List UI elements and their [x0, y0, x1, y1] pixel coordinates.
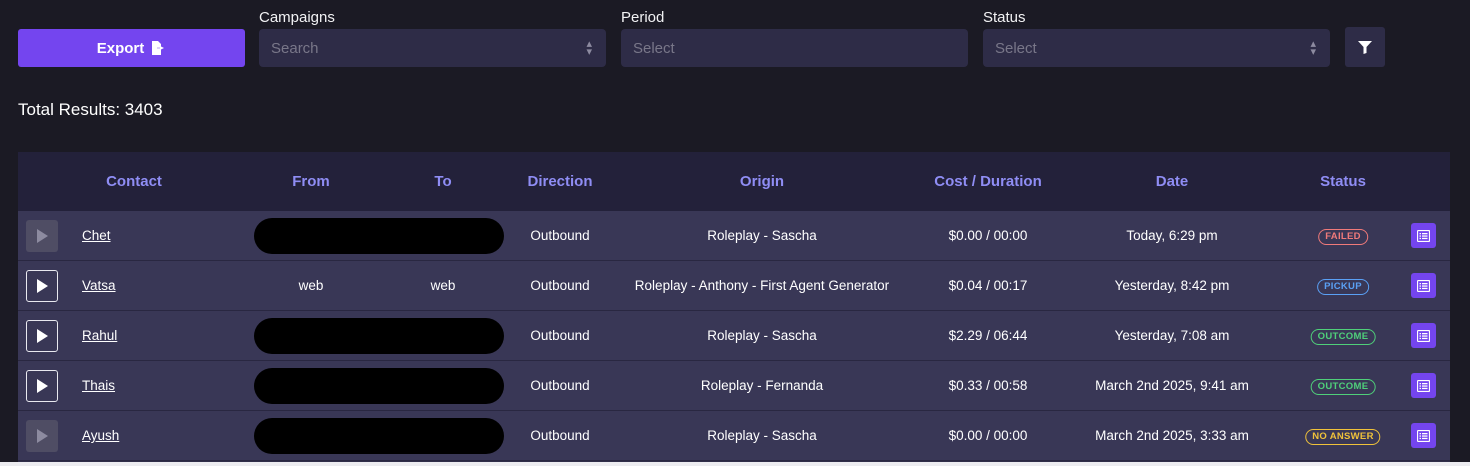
chevron-updown-icon: ▴ ▾	[586, 38, 592, 58]
from-cell: web	[298, 278, 324, 293]
table-row[interactable]: Chet Outbound Roleplay - Sascha $0.00 / 00:…	[18, 211, 1450, 261]
origin-cell: Roleplay - Fernanda	[700, 378, 824, 393]
notes-button[interactable]	[1411, 423, 1436, 448]
export-button[interactable]: Export	[18, 29, 245, 67]
table-row[interactable]: Thais Outbound Roleplay - Fernanda $0.33 / …	[18, 361, 1450, 411]
table-row[interactable]: Ayush Outbound Roleplay - Sascha $0.00 / 00…	[18, 411, 1450, 461]
direction-cell: Outbound	[530, 428, 590, 443]
play-button[interactable]	[26, 320, 58, 352]
notes-icon	[1417, 429, 1430, 442]
notes-icon	[1417, 329, 1430, 342]
notes-icon	[1417, 379, 1430, 392]
header-status: Status	[1320, 173, 1366, 190]
header-cost-duration: Cost / Duration	[934, 173, 1042, 190]
header-direction: Direction	[527, 173, 593, 190]
chevron-updown-icon: ▴ ▾	[1310, 38, 1316, 58]
redacted-phone-numbers	[254, 418, 504, 454]
period-label: Period	[621, 9, 665, 26]
header-origin: Origin	[739, 173, 785, 190]
contact-link[interactable]: Ayush	[82, 411, 119, 461]
origin-cell: Roleplay - Sascha	[707, 428, 817, 443]
play-icon	[37, 279, 48, 293]
header-from: From	[292, 173, 330, 190]
date-cell: March 2nd 2025, 9:41 am	[1095, 378, 1249, 393]
date-cell: Yesterday, 7:08 am	[1114, 328, 1230, 343]
play-icon	[37, 429, 48, 443]
play-icon	[37, 229, 48, 243]
filter-icon	[1358, 40, 1372, 54]
notes-icon	[1417, 229, 1430, 242]
cost-duration-cell: $0.00 / 00:00	[948, 428, 1028, 443]
play-icon	[37, 329, 48, 343]
cost-duration-cell: $0.33 / 00:58	[948, 378, 1028, 393]
header-to: To	[434, 173, 452, 190]
date-cell: Today, 6:29 pm	[1126, 228, 1218, 243]
status-placeholder: Select	[995, 39, 1037, 57]
cost-duration-cell: $0.00 / 00:00	[948, 228, 1028, 243]
direction-cell: Outbound	[530, 378, 590, 393]
status-badge: FAILED	[1318, 229, 1368, 245]
period-select[interactable]: Select	[621, 29, 968, 67]
table-row[interactable]: Vatsa web web Outbound Roleplay - Anthony - …	[18, 261, 1450, 311]
notes-button[interactable]	[1411, 373, 1436, 398]
notes-icon	[1417, 279, 1430, 292]
header-date: Date	[1155, 173, 1189, 190]
calls-table: Contact From To Direction Origin Cost / …	[18, 152, 1450, 462]
origin-cell: Roleplay - Anthony - First Agent Generat…	[634, 278, 890, 293]
play-button[interactable]	[26, 420, 58, 452]
notes-button[interactable]	[1411, 223, 1436, 248]
cost-duration-cell: $0.04 / 00:17	[948, 278, 1028, 293]
date-cell: Yesterday, 8:42 pm	[1114, 278, 1230, 293]
play-button[interactable]	[26, 370, 58, 402]
play-icon	[37, 379, 48, 393]
export-button-label: Export	[96, 39, 145, 57]
cost-duration-cell: $2.29 / 06:44	[948, 328, 1028, 343]
status-select[interactable]: Select ▴ ▾	[983, 29, 1330, 67]
status-label: Status	[983, 9, 1026, 26]
status-badge: PICKUP	[1317, 279, 1369, 295]
date-cell: March 2nd 2025, 3:33 am	[1095, 428, 1249, 443]
campaigns-select[interactable]: Search ▴ ▾	[259, 29, 606, 67]
total-results: Total Results: 3403	[18, 100, 163, 119]
direction-cell: Outbound	[530, 228, 590, 243]
filter-button[interactable]	[1345, 27, 1385, 67]
header-contact: Contact	[106, 173, 162, 190]
contact-link[interactable]: Vatsa	[82, 261, 116, 311]
campaigns-placeholder: Search	[271, 39, 319, 57]
play-button[interactable]	[26, 270, 58, 302]
bottom-divider	[0, 462, 1470, 466]
notes-button[interactable]	[1411, 273, 1436, 298]
table-header: Contact From To Direction Origin Cost / …	[18, 152, 1450, 211]
redacted-phone-numbers	[254, 368, 504, 404]
status-badge: NO ANSWER	[1305, 429, 1381, 445]
table-row[interactable]: Rahul Outbound Roleplay - Sascha $2.29 / 06…	[18, 311, 1450, 361]
direction-cell: Outbound	[530, 278, 590, 293]
to-cell: web	[430, 278, 456, 293]
contact-link[interactable]: Rahul	[82, 311, 117, 361]
status-badge: OUTCOME	[1310, 379, 1376, 395]
contact-link[interactable]: Chet	[82, 211, 111, 261]
export-file-icon	[152, 41, 165, 55]
notes-button[interactable]	[1411, 323, 1436, 348]
status-badge: OUTCOME	[1310, 329, 1376, 345]
campaigns-label: Campaigns	[259, 9, 335, 26]
direction-cell: Outbound	[530, 328, 590, 343]
play-button[interactable]	[26, 220, 58, 252]
redacted-phone-numbers	[254, 218, 504, 254]
origin-cell: Roleplay - Sascha	[707, 228, 817, 243]
origin-cell: Roleplay - Sascha	[707, 328, 817, 343]
redacted-phone-numbers	[254, 318, 504, 354]
contact-link[interactable]: Thais	[82, 361, 115, 411]
period-placeholder: Select	[633, 39, 675, 57]
